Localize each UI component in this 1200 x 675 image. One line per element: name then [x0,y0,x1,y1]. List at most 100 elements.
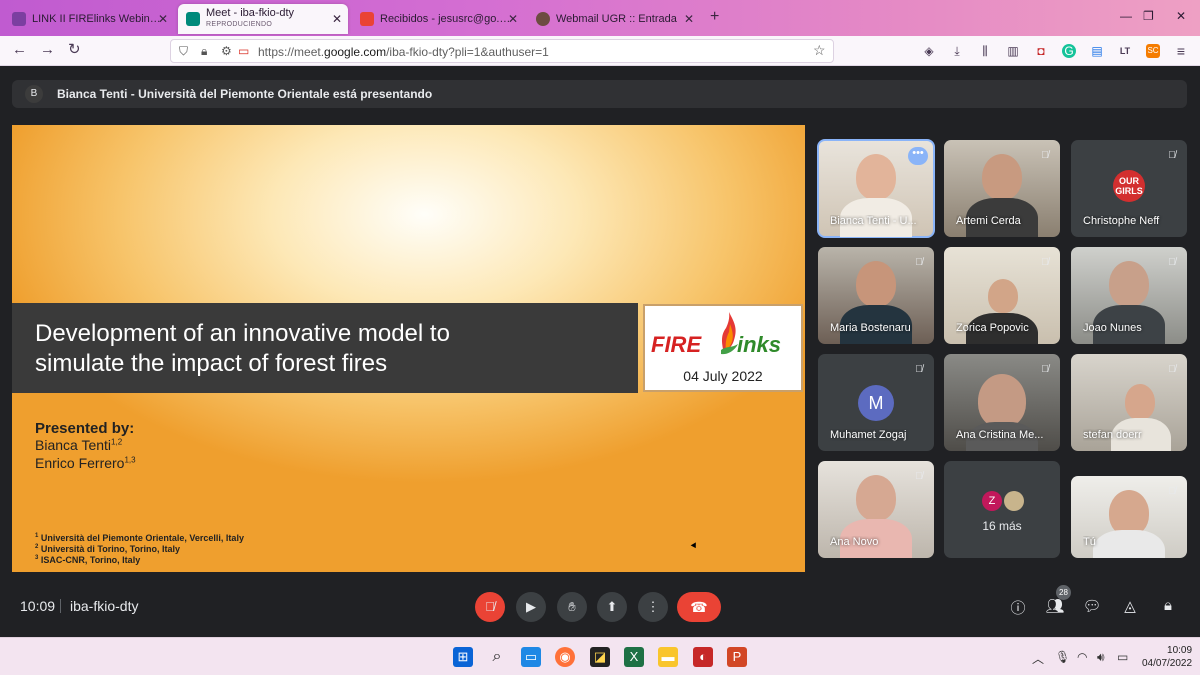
activities-icon[interactable]: ◬ [1119,597,1141,617]
sidebar-icon[interactable]: ▥ [1006,44,1020,58]
sc-extension-icon[interactable]: SC [1146,44,1160,58]
close-icon[interactable]: ✕ [332,12,342,26]
more-participants-label: 16 más [982,519,1022,533]
participant-name: Maria Bostenaru [830,322,911,334]
forward-icon[interactable]: → [40,42,55,58]
author-1: Bianca Tenti1,2 [35,437,123,453]
excel-icon[interactable]: X [624,647,644,667]
download-icon[interactable]: ⤓ [950,44,964,58]
people-icon[interactable]: 👥︎ [1044,597,1066,617]
more-options-button[interactable]: ⋮ [638,592,668,622]
participant-name: stefan doerr [1083,429,1142,441]
mic-off-icon: 🎙̸ [1041,257,1049,268]
participant-name: Ana Novo [830,536,879,548]
participant-name: Joao Nunes [1083,322,1142,334]
taskbar-time: 10:09 [1167,645,1193,656]
affiliation-3: 3 ISAC-CNR, Torino, Italy [35,555,141,565]
participant-tile[interactable]: 🎙̸ Ana Cristina Me... [944,354,1060,451]
library-icon[interactable]: ⫼ [978,44,992,58]
participant-video [1109,261,1149,307]
close-icon[interactable]: ✕ [508,12,518,26]
more-options-icon[interactable]: ••• [908,147,928,165]
taskbar-clock[interactable]: 10:09 04/07/2022 [1142,644,1192,670]
our-girls-logo: OUR GIRLS [1113,170,1145,202]
info-icon[interactable]: ⓘ [1007,597,1029,617]
grammarly-icon[interactable]: G [1062,44,1076,58]
end-call-button[interactable]: ☎ [677,592,721,622]
participant-tile[interactable]: OUR GIRLS 🎙̸ Christophe Neff [1071,140,1187,237]
participant-tile[interactable]: 🎙̸ Maria Bostenaru [818,247,934,344]
tab-webmail[interactable]: Webmail UGR :: Entrada ✕ [528,4,700,34]
powerpoint-icon[interactable]: P [727,647,747,667]
url-bar[interactable]: ⛉ 🔒︎ ⚙ ▭ https://meet.google.com/iba-fki… [170,39,834,63]
participant-tile[interactable]: 🎙̸ Ana Novo [818,461,934,558]
lock-icon[interactable]: 🔒︎ [201,44,207,59]
microphone-icon[interactable]: 🎙︎ [1055,650,1070,664]
webmail-favicon-icon [536,12,550,26]
back-icon[interactable]: ← [12,42,27,58]
menu-icon[interactable]: ≡ [1174,44,1188,58]
participant-name: Tú [1083,536,1096,548]
wifi-icon[interactable]: ◠ [1077,650,1087,664]
participant-tile[interactable]: ••• Bianca Tenti - U... [817,139,935,238]
sticky-notes-icon[interactable]: ◪ [590,647,610,667]
tab-firelinks[interactable]: LINK II FIRElinks Webinar and a ✕ [4,4,174,34]
author-2: Enrico Ferrero1,3 [35,455,136,471]
mic-off-icon: 🎙̸ [1168,364,1176,375]
camera-permission-icon[interactable]: ▭ [238,44,249,58]
tab-meet[interactable]: Meet - iba-fkio-dty REPRODUCIENDO ✕ [178,4,348,34]
mic-off-icon: 🎙̸ [1168,486,1176,497]
close-icon[interactable]: ✕ [684,12,694,26]
mic-toggle-button[interactable]: 🎙̸ [475,592,505,622]
participant-tile[interactable]: 🎙̸ stefan doerr [1071,354,1187,451]
participant-name: Ana Cristina Me... [956,429,1044,441]
pocket-icon[interactable]: ◈ [922,44,936,58]
self-view-tile[interactable]: 🎙̸ Tú [1071,476,1187,558]
tray-chevron-icon[interactable]: ︿ [1032,650,1044,667]
tab-gmail[interactable]: Recibidos - jesusrc@go.ugr.es ✕ [352,4,524,34]
docs-extension-icon[interactable]: ▤ [1090,44,1104,58]
logo-fire-text: FIRE [651,332,702,357]
reload-icon[interactable]: ↻ [68,42,81,58]
url-text[interactable]: https://meet.google.com/iba-fkio-dty?pli… [258,45,549,59]
participant-tile[interactable]: 🎙̸ Joao Nunes [1071,247,1187,344]
translate-extension-icon[interactable]: LT [1118,44,1132,58]
chat-icon[interactable]: 💬︎ [1081,597,1103,617]
windows-taskbar: ⊞ ⌕ ▭ ◉ ◪ X ▬ ◐ P ︿ 🎙︎ ◠ 🔊︎ ▭ 10:09 04/0… [0,637,1200,675]
participant-avatar: Z [982,491,1002,511]
browser-toolbar: ← → ↻ ⛉ 🔒︎ ⚙ ▭ https://meet.google.com/i… [0,36,1200,66]
participant-name: Muhamet Zogaj [830,429,907,441]
bookmark-star-icon[interactable]: ☆ [813,42,826,59]
battery-icon[interactable]: ▭ [1117,650,1128,664]
shield-icon[interactable]: ⛉ [179,44,188,59]
new-tab-button[interactable]: + [710,8,719,26]
app-icon[interactable]: ◐ [693,647,713,667]
file-explorer-icon[interactable]: ▬ [658,647,678,667]
minimize-icon[interactable]: — [1120,9,1132,23]
search-icon[interactable]: ⌕ [487,647,507,667]
close-icon[interactable]: ✕ [158,12,168,26]
participant-count-badge: 28 [1056,585,1071,600]
firefox-icon[interactable]: ◉ [555,647,575,667]
restore-icon[interactable]: ❐ [1143,9,1154,23]
camera-toggle-button[interactable]: ▶ [516,592,546,622]
participant-tile[interactable]: 🎙̸ Zorica Popovic [944,247,1060,344]
host-controls-icon[interactable]: 🔒︎ [1157,597,1179,617]
present-screen-button[interactable]: ⬆ [597,592,627,622]
mouse-cursor-icon [690,542,699,550]
desktop-app-icon[interactable]: ▭ [521,647,541,667]
gmail-favicon-icon [360,12,374,26]
participant-tile[interactable]: M 🎙̸ Muhamet Zogaj [818,354,934,451]
raise-hand-button[interactable]: ✋︎ [557,592,587,622]
participant-avatar: M [858,385,894,421]
volume-icon[interactable]: 🔊︎ [1097,650,1105,665]
tab-label: Meet - iba-fkio-dty [206,8,295,19]
participant-tile[interactable]: 🎙̸ Artemi Cerda [944,140,1060,237]
tab-sublabel: REPRODUCIENDO [206,21,273,28]
permissions-icon[interactable]: ⚙ [221,44,232,58]
extension-icon[interactable]: ◘ [1034,44,1048,58]
close-window-icon[interactable]: ✕ [1176,9,1186,23]
taskbar-date: 04/07/2022 [1142,658,1193,669]
more-participants-tile[interactable]: Z 16 más [944,461,1060,558]
windows-start-icon[interactable]: ⊞ [453,647,473,667]
